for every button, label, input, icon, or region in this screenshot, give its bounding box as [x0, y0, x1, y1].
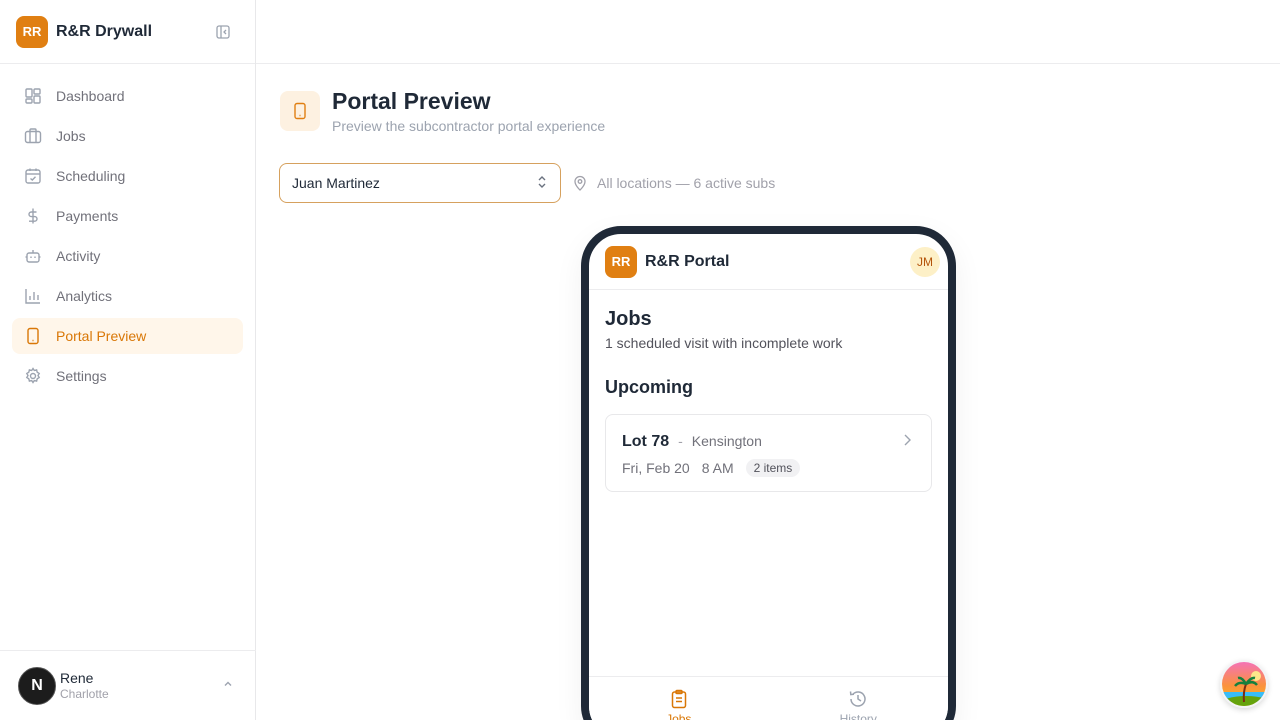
- chevron-up-icon: [222, 677, 234, 695]
- brand-name: R&R Drywall: [56, 22, 153, 40]
- sidebar-item-payments[interactable]: Payments: [12, 198, 243, 234]
- portal-header: RR R&R Portal JM: [589, 234, 948, 290]
- preview-controls: Juan Martinez All locations — 6 active s…: [279, 163, 775, 203]
- tab-label: History: [839, 712, 877, 720]
- dollar-icon: [24, 207, 42, 225]
- tablet-icon: [280, 91, 320, 131]
- job-time: 8 AM: [701, 460, 734, 476]
- job-place: Kensington: [691, 433, 762, 449]
- phone-preview: RR R&R Portal JM Jobs 1 scheduled visit …: [581, 226, 956, 720]
- chevron-right-icon: [901, 433, 913, 452]
- sidebar-item-jobs[interactable]: Jobs: [12, 118, 243, 154]
- sidebar-item-dashboard[interactable]: Dashboard: [12, 78, 243, 114]
- portal-avatar[interactable]: JM: [910, 246, 940, 277]
- tab-jobs[interactable]: Jobs: [589, 677, 769, 720]
- portal-title: R&R Portal: [645, 252, 730, 270]
- portal-logo: RR: [605, 245, 637, 278]
- sidebar: RR R&R Drywall Dashboard Jobs Scheduling…: [0, 0, 256, 720]
- sidebar-item-settings[interactable]: Settings: [12, 358, 243, 394]
- job-separator: -: [678, 433, 683, 449]
- portal-section-title: Upcoming: [605, 377, 693, 397]
- sidebar-item-analytics[interactable]: Analytics: [12, 278, 243, 314]
- calendar-check-icon: [24, 167, 42, 185]
- job-card[interactable]: Lot 78 - Kensington Fri, Feb 20 8 AM 2 i…: [605, 414, 932, 492]
- sidebar-item-label: Jobs: [56, 128, 86, 144]
- items-badge: 2 items: [745, 459, 801, 477]
- select-value: Juan Martinez: [292, 175, 380, 191]
- portal-tab-bar: Jobs History: [589, 676, 948, 720]
- sidebar-item-label: Activity: [56, 248, 101, 264]
- sidebar-item-label: Payments: [56, 208, 119, 224]
- sidebar-item-label: Scheduling: [56, 168, 126, 184]
- user-menu[interactable]: N Rene Charlotte: [0, 650, 256, 720]
- sidebar-item-activity[interactable]: Activity: [12, 238, 243, 274]
- sidebar-item-label: Dashboard: [56, 88, 125, 104]
- briefcase-icon: [24, 127, 42, 145]
- sidebar-collapse-icon[interactable]: [213, 22, 233, 42]
- sidebar-item-portal-preview[interactable]: Portal Preview: [12, 318, 243, 354]
- job-lot: Lot 78: [622, 433, 670, 450]
- clipboard-list-icon: [670, 689, 688, 709]
- tab-label: Jobs: [666, 712, 692, 720]
- sidebar-item-label: Analytics: [56, 288, 113, 304]
- user-location: Charlotte: [60, 687, 109, 701]
- sidebar-item-label: Settings: [56, 368, 107, 384]
- tab-history[interactable]: History: [769, 677, 949, 720]
- page-subtitle: Preview the subcontractor portal experie…: [332, 118, 606, 134]
- history-icon: [848, 689, 868, 709]
- location-info-text: All locations — 6 active subs: [597, 175, 776, 191]
- page-header: Portal Preview Preview the subcontractor…: [280, 88, 605, 134]
- topbar: [256, 0, 1280, 64]
- portal-body: Jobs 1 scheduled visit with incomplete w…: [589, 290, 948, 510]
- tablet-icon: [24, 327, 42, 345]
- sidebar-nav: Dashboard Jobs Scheduling Payments Activ…: [0, 64, 255, 412]
- job-date: Fri, Feb 20: [622, 460, 690, 476]
- sidebar-item-label: Portal Preview: [56, 328, 147, 344]
- brand-logo: RR: [16, 15, 48, 48]
- sidebar-item-scheduling[interactable]: Scheduling: [12, 158, 243, 194]
- subcontractor-select[interactable]: Juan Martinez: [279, 163, 561, 203]
- location-info: All locations — 6 active subs: [573, 175, 775, 191]
- avatar: N: [18, 666, 56, 705]
- bot-icon: [24, 247, 42, 265]
- gear-icon: [24, 367, 42, 385]
- page-title: Portal Preview: [332, 88, 491, 114]
- portal-heading: Jobs: [605, 308, 652, 330]
- map-pin-icon: [573, 175, 587, 191]
- bar-chart-icon: [24, 287, 42, 305]
- brand-header: RR R&R Drywall: [0, 0, 255, 64]
- layout-grid-icon: [24, 87, 42, 105]
- chevrons-up-down-icon: [536, 175, 548, 192]
- user-name: Rene: [60, 670, 94, 686]
- portal-summary: 1 scheduled visit with incomplete work: [605, 335, 843, 351]
- assistant-orb-button[interactable]: [1220, 660, 1268, 708]
- user-info: Rene Charlotte: [60, 670, 109, 701]
